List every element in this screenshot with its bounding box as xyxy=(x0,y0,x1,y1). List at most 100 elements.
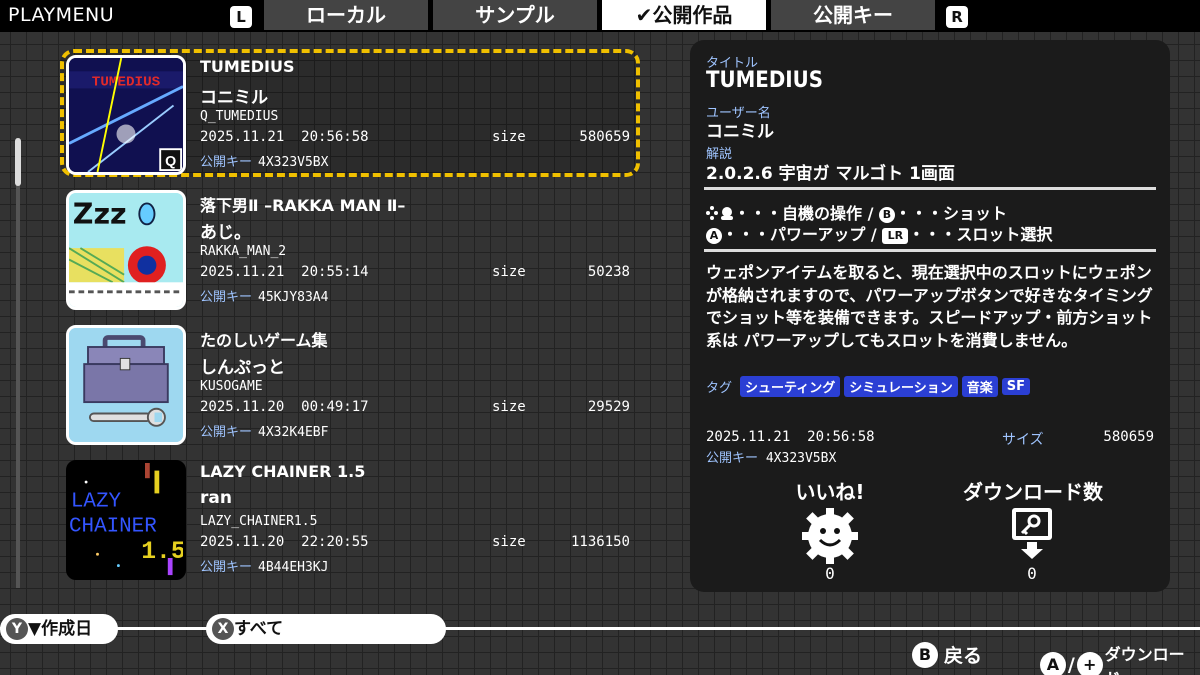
key-label: 公開キー xyxy=(200,425,253,440)
game-author: しんぷっと xyxy=(200,358,285,378)
thumb-version-text: 1.5 xyxy=(141,538,183,566)
a-button-glyph: A xyxy=(1040,652,1066,675)
game-title: たのしいゲーム集 xyxy=(200,331,328,350)
tag-chip[interactable]: シューティング xyxy=(740,376,841,397)
detail-date: 2025.11.21 xyxy=(706,429,791,445)
game-meta-row: 2025.11.21 20:55:14 size 50238 xyxy=(200,264,630,286)
tags-label: タグ xyxy=(706,381,733,396)
tag-chip[interactable]: 音楽 xyxy=(961,376,998,397)
tag-chip[interactable]: SF xyxy=(1001,378,1030,395)
game-key-row: 公開キー 4X32K4EBF xyxy=(200,421,630,440)
game-title: TUMEDIUS xyxy=(200,57,295,76)
game-date: 2025.11.21 xyxy=(200,129,285,145)
tab-published[interactable]: ✔公開作品 xyxy=(602,0,766,30)
thumb-chainer-text: CHAINER xyxy=(69,515,157,538)
l-shoulder-button[interactable]: L xyxy=(230,6,252,28)
game-title: LAZY CHAINER 1.5 xyxy=(200,462,366,481)
game-info: 落下男Ⅱ –RAKKA MAN Ⅱ– あじ。 RAKKA_MAN_2 2025.… xyxy=(200,192,630,305)
game-author: あじ。 xyxy=(200,223,251,243)
game-id: KUSOGAME xyxy=(200,379,263,394)
game-meta-row: 2025.11.21 20:56:58 size 580659 xyxy=(200,129,630,151)
game-key: 4B44EH3KJ xyxy=(258,560,329,575)
detail-datetime: 2025.11.21 20:56:58 xyxy=(706,429,875,445)
game-size: 50238 xyxy=(587,264,630,280)
game-list-item[interactable]: たのしいゲーム集 しんぷっと KUSOGAME 2025.11.20 00:49… xyxy=(60,319,640,447)
controls-line-2: A ・・・パワーアップ / LR ・・・スロット選択 xyxy=(706,221,1052,245)
game-size: 580659 xyxy=(579,129,630,145)
game-key-row: 公開キー 4X323V5BX xyxy=(200,151,630,170)
x-button-glyph: X xyxy=(212,618,234,640)
size-label: size xyxy=(492,534,526,550)
a-button-glyph: A xyxy=(706,228,722,244)
game-id: RAKKA_MAN_2 xyxy=(200,244,287,259)
detail-key-label: 公開キー xyxy=(706,451,759,466)
lazy-chainer-thumbnail-art: LAZY CHAINER 1.5 xyxy=(69,463,183,577)
download-key-icon xyxy=(1012,508,1052,559)
game-thumbnail xyxy=(66,325,186,445)
detail-panel: タイトル TUMEDIUS ユーザー名 コニミル 解説 2.0.2.6 宇宙ガ … xyxy=(690,40,1170,592)
download-label: ダウンロード xyxy=(1104,645,1185,675)
game-info: たのしいゲーム集 しんぷっと KUSOGAME 2025.11.20 00:49… xyxy=(200,327,630,440)
detail-size-label: サイズ xyxy=(1002,432,1044,448)
detail-size: 580659 xyxy=(1103,429,1154,445)
controls-powerup-text: ・・・パワーアップ / xyxy=(722,225,883,244)
thumb-logo-text: TUMEDIUS xyxy=(92,75,161,91)
tab-sample[interactable]: サンプル xyxy=(433,0,597,30)
game-date: 2025.11.21 xyxy=(200,264,285,280)
lr-button-glyph: LR xyxy=(882,228,909,244)
like-label: いいね! xyxy=(795,480,865,504)
download-count: 0 xyxy=(1027,564,1037,583)
game-id: LAZY_CHAINER1.5 xyxy=(200,514,318,529)
game-id: Q_TUMEDIUS xyxy=(200,109,279,124)
key-label: 公開キー xyxy=(200,560,253,575)
filter-label: すべて xyxy=(234,619,284,639)
game-thumbnail: LAZY CHAINER 1.5 xyxy=(66,460,186,580)
detail-title: TUMEDIUS xyxy=(706,68,823,93)
thumb-q-badge: Q xyxy=(165,153,176,169)
tag-chip[interactable]: シミュレーション xyxy=(844,376,958,397)
plus-button-glyph: + xyxy=(1076,652,1103,675)
game-date: 2025.11.20 xyxy=(200,399,285,415)
key-label: 公開キー xyxy=(200,155,253,170)
game-author: コニミル xyxy=(200,88,268,108)
game-key: 45KJY83A4 xyxy=(258,290,329,305)
like-button[interactable] xyxy=(800,506,860,570)
description-body: ウェポンアイテムを取ると、現在選択中のスロットにウェポンが格納されますので、パワ… xyxy=(706,263,1153,350)
filter-button[interactable]: X すべて xyxy=(206,614,446,644)
game-list-item[interactable]: LAZY CHAINER 1.5 LAZY CHAINER 1.5 ran LA… xyxy=(60,454,640,582)
controls-slot-text: ・・・スロット選択 xyxy=(908,225,1053,244)
game-time: 20:55:14 xyxy=(301,264,369,280)
game-meta-row: 2025.11.20 22:20:55 size 1136150 xyxy=(200,534,630,556)
tab-local[interactable]: ローカル xyxy=(264,0,428,30)
download-stat xyxy=(1010,506,1054,564)
back-hint[interactable]: B 戻る xyxy=(912,641,982,668)
game-time: 20:56:58 xyxy=(301,129,369,145)
bottom-divider xyxy=(0,627,1200,630)
download-hint[interactable]: A/+ダウンロード xyxy=(1040,641,1200,675)
list-scrollbar-thumb[interactable] xyxy=(15,138,21,186)
tumedius-thumbnail-art: TUMEDIUS Q xyxy=(69,58,183,172)
sort-label: ▼作成日 xyxy=(28,619,93,639)
game-date: 2025.11.20 xyxy=(200,534,285,550)
sort-button[interactable]: Y ▼作成日 xyxy=(0,614,118,644)
game-list-item[interactable]: TUMEDIUS Q TUMEDIUS コニミル Q_TUMEDIUS 2025… xyxy=(60,49,640,177)
thumb-lazy-text: LAZY xyxy=(71,491,122,514)
r-shoulder-button[interactable]: R xyxy=(946,6,968,28)
thumb-zzz-text: Zzz xyxy=(73,197,127,230)
tab-public-key[interactable]: 公開キー xyxy=(771,0,935,30)
y-button-glyph: Y xyxy=(6,618,28,640)
game-list-item[interactable]: Zzz 落下男Ⅱ –RAKKA MAN Ⅱ– あじ。 RAKKA_MAN_2 2… xyxy=(60,184,640,312)
game-info: LAZY CHAINER 1.5 ran LAZY_CHAINER1.5 202… xyxy=(200,462,630,575)
divider xyxy=(704,187,1156,190)
game-key: 4X323V5BX xyxy=(258,155,329,170)
list-scrollbar-track[interactable] xyxy=(16,138,20,588)
game-time: 22:20:55 xyxy=(301,534,369,550)
size-label: size xyxy=(492,129,526,145)
game-thumbnail: TUMEDIUS Q xyxy=(66,55,186,175)
game-thumbnail: Zzz xyxy=(66,190,186,310)
description-headline: 2.0.2.6 宇宙ガ マルゴト 1画面 xyxy=(706,164,955,184)
game-meta-row: 2025.11.20 00:49:17 size 29529 xyxy=(200,399,630,421)
rakka-man-thumbnail-art: Zzz xyxy=(69,193,183,307)
size-label: size xyxy=(492,399,526,415)
detail-key: 4X323V5BX xyxy=(765,451,837,466)
